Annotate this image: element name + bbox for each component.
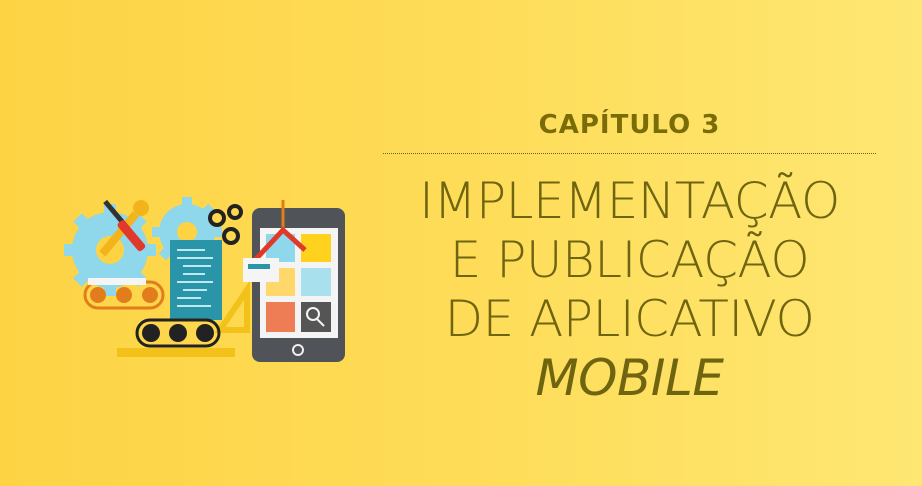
page-title: IMPLEMENTAÇÃO E PUBLICAÇÃO DE APLICATIVO… — [383, 172, 876, 408]
smartphone-icon — [252, 208, 345, 362]
app-development-illustration — [64, 197, 345, 362]
title-line-2: E PUBLICAÇÃO — [449, 231, 810, 289]
divider — [383, 153, 876, 154]
gear-icon — [208, 204, 243, 245]
title-line-1: IMPLEMENTAÇÃO — [419, 172, 840, 230]
chapter-label: CAPÍTULO 3 — [538, 110, 721, 140]
code-document-icon — [170, 240, 222, 320]
title-line-4: MOBILE — [535, 349, 725, 407]
title-line-3: DE APLICATIVO — [444, 290, 815, 348]
